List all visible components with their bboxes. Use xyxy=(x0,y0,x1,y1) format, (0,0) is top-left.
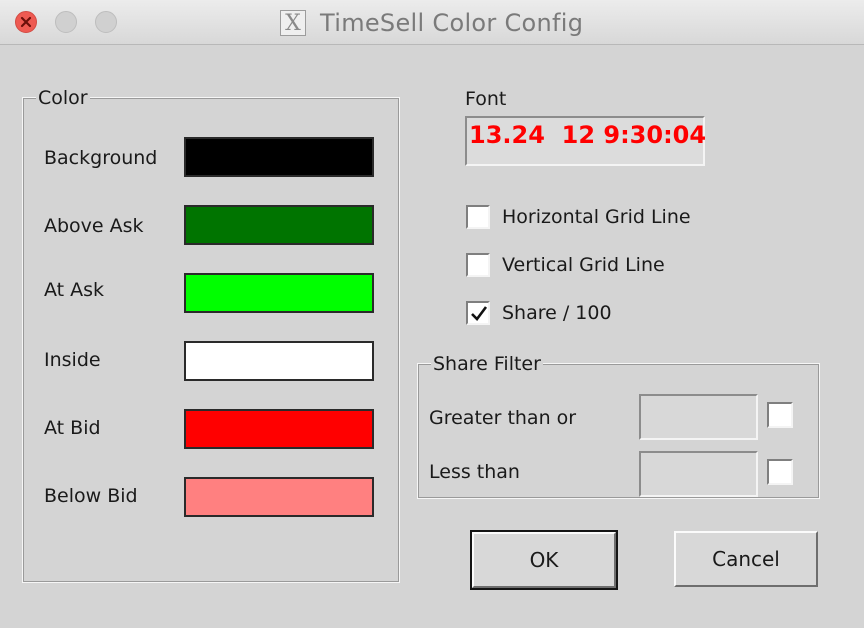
checkmark-icon xyxy=(471,306,488,321)
horizontal-grid-label: Horizontal Grid Line xyxy=(502,206,691,228)
share-100-label: Share / 100 xyxy=(502,302,612,324)
inside-color-swatch[interactable] xyxy=(184,341,374,381)
less-than-input[interactable] xyxy=(639,451,758,497)
background-label: Background xyxy=(44,147,158,169)
greater-than-input[interactable] xyxy=(639,394,758,440)
at-ask-label: At Ask xyxy=(44,279,105,301)
below-bid-label: Below Bid xyxy=(44,485,138,507)
share-100-option[interactable]: Share / 100 xyxy=(466,301,612,325)
minimize-window-button[interactable] xyxy=(55,11,77,33)
greater-than-label: Greater than or xyxy=(429,407,577,429)
font-preview[interactable]: 13.24 12 9:30:04 xyxy=(465,116,706,166)
vertical-grid-option[interactable]: Vertical Grid Line xyxy=(466,253,665,277)
at-ask-color-swatch[interactable] xyxy=(184,273,374,313)
less-than-checkbox[interactable] xyxy=(767,459,793,485)
zoom-window-button[interactable] xyxy=(95,11,117,33)
window-title-area: X TimeSell Color Config xyxy=(280,9,583,37)
above-ask-label: Above Ask xyxy=(44,215,144,237)
title-bar: X TimeSell Color Config xyxy=(0,0,864,45)
close-window-button[interactable] xyxy=(15,11,37,33)
share-100-checkbox[interactable] xyxy=(466,301,490,325)
close-icon xyxy=(20,16,32,28)
at-bid-label: At Bid xyxy=(44,417,101,439)
share-filter-group: Share Filter Greater than or Less than xyxy=(417,353,820,499)
inside-label: Inside xyxy=(44,349,101,371)
horizontal-grid-option[interactable]: Horizontal Grid Line xyxy=(466,205,691,229)
less-than-label: Less than xyxy=(429,461,520,483)
color-group-legend: Color xyxy=(36,87,90,109)
greater-than-checkbox[interactable] xyxy=(767,402,793,428)
ok-button[interactable]: OK xyxy=(470,530,618,590)
font-label: Font xyxy=(465,88,507,110)
vertical-grid-checkbox[interactable] xyxy=(466,253,490,277)
x-window-icon: X xyxy=(280,10,306,36)
at-bid-color-swatch[interactable] xyxy=(184,409,374,449)
window-title: TimeSell Color Config xyxy=(320,9,584,37)
background-color-swatch[interactable] xyxy=(184,137,374,177)
above-ask-color-swatch[interactable] xyxy=(184,205,374,245)
color-group: Color Background Above Ask At Ask Inside… xyxy=(22,87,400,583)
vertical-grid-label: Vertical Grid Line xyxy=(502,254,665,276)
share-filter-legend: Share Filter xyxy=(431,353,543,375)
cancel-button[interactable]: Cancel xyxy=(674,531,818,587)
horizontal-grid-checkbox[interactable] xyxy=(466,205,490,229)
below-bid-color-swatch[interactable] xyxy=(184,477,374,517)
